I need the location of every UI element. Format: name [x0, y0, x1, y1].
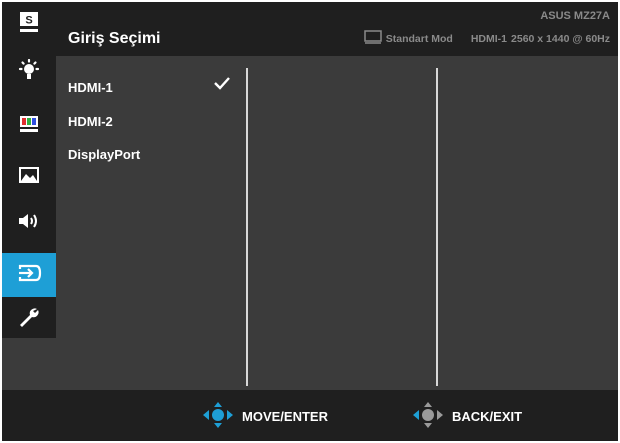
sidebar-item-system[interactable]	[2, 298, 56, 342]
header-bar: Giriş Seçimi ASUS MZ27A Standart Mod HDM…	[56, 2, 618, 56]
image-icon	[18, 164, 40, 191]
back-exit-hint: BACK/EXIT	[410, 402, 522, 431]
sidebar-item-sound[interactable]	[2, 201, 56, 245]
input-select-icon	[16, 262, 42, 289]
option-displayport[interactable]: DisplayPort	[68, 147, 140, 162]
option-hdmi-1[interactable]: HDMI-1	[68, 80, 113, 95]
checkmark-icon	[214, 76, 230, 95]
joystick-back-icon	[410, 402, 446, 431]
splendid-s-icon: S	[18, 11, 40, 38]
sidebar: S	[2, 2, 56, 390]
wrench-icon	[17, 306, 41, 335]
sidebar-item-input-select[interactable]	[2, 253, 56, 297]
status-info: Standart Mod HDMI-1 2560 x 1440 @ 60Hz	[364, 30, 610, 47]
sidebar-empty-area	[2, 338, 56, 390]
joystick-move-icon	[200, 402, 236, 431]
color-bars-icon	[18, 112, 40, 139]
sidebar-item-splendid[interactable]: S	[2, 2, 56, 46]
resolution-label: 2560 x 1440 @ 60Hz	[511, 32, 610, 45]
display-mode-icon	[364, 30, 382, 47]
input-label: HDMI-1	[470, 32, 508, 45]
brightness-icon	[17, 58, 41, 88]
column-divider	[246, 68, 248, 386]
mode-label: Standart Mod	[385, 32, 453, 45]
options-panel: HDMI-1 HDMI-2 DisplayPort	[56, 56, 618, 390]
page-title: Giriş Seçimi	[68, 30, 161, 47]
footer-bar: MOVE/ENTER BACK/EXIT	[2, 390, 618, 441]
sidebar-item-brightness[interactable]	[2, 51, 56, 95]
sidebar-item-image[interactable]	[2, 155, 56, 199]
back-exit-label: BACK/EXIT	[452, 409, 523, 424]
move-enter-label: MOVE/ENTER	[242, 409, 328, 424]
monitor-model: ASUS MZ27A	[540, 10, 610, 22]
column-divider	[436, 68, 438, 386]
option-hdmi-2[interactable]: HDMI-2	[68, 114, 113, 129]
osd-window: S Giriş Seçimi ASUS MZ27A Standart Mod H…	[2, 2, 618, 441]
sidebar-item-color[interactable]	[2, 103, 56, 147]
splendid-s-letter: S	[25, 14, 32, 26]
sound-icon	[17, 210, 41, 237]
move-enter-hint: MOVE/ENTER	[200, 402, 328, 431]
